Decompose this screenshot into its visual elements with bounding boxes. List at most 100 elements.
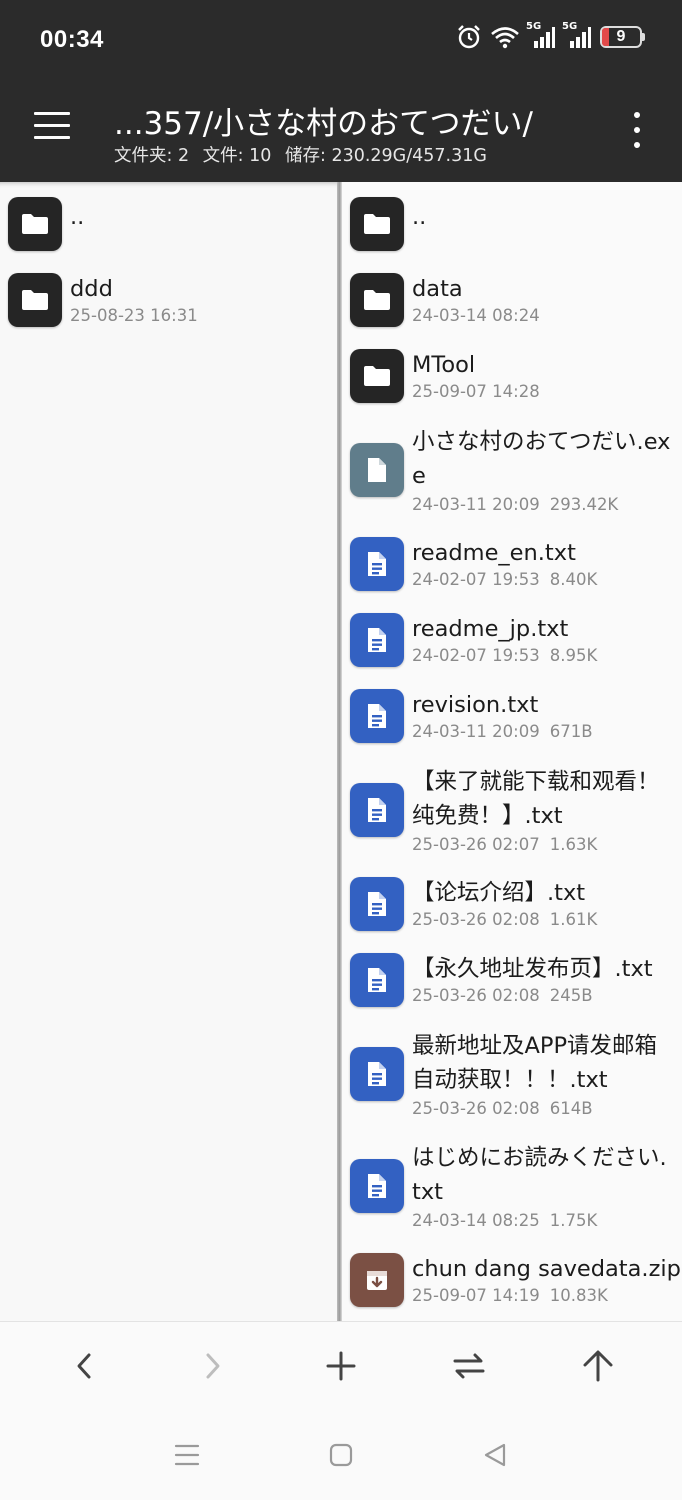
- network-type-label: 5G: [562, 21, 578, 32]
- item-date: 24-03-11 20:09: [412, 495, 540, 514]
- item-name: readme_jp.txt: [412, 616, 569, 642]
- item-meta: 25-03-26 02:08 1.61K: [412, 910, 597, 930]
- item-size: 671B: [549, 722, 593, 741]
- item-name: chun dang savedata.zip: [412, 1256, 681, 1282]
- item-date: 25-03-26 02:08: [412, 986, 540, 1005]
- list-item[interactable]: readme_en.txt 24-02-07 19:53 8.40K: [342, 526, 682, 602]
- folder-icon: [350, 197, 404, 251]
- archive-icon: [350, 1253, 404, 1307]
- status-icons: 5G 5G 9: [456, 21, 645, 50]
- alarm-icon: [456, 24, 482, 50]
- item-meta: 25-03-26 02:08 245B: [412, 986, 653, 1006]
- item-name: ..: [70, 204, 85, 230]
- item-size: 8.95K: [549, 646, 598, 665]
- item-size: 245B: [549, 986, 593, 1005]
- item-date: 25-03-26 02:08: [412, 910, 540, 929]
- item-date: 24-03-14 08:24: [412, 306, 540, 325]
- list-item[interactable]: 小さな村のおてつだい.exe 24-03-11 20:09 293.42K: [342, 414, 682, 526]
- text-file-icon: [350, 689, 404, 743]
- battery-icon: 9: [600, 26, 645, 48]
- status-bar: 00:34 5G 5G 9: [0, 0, 682, 82]
- item-meta: 24-02-07 19:53 8.40K: [412, 570, 597, 590]
- network-type-label: 5G: [526, 21, 542, 32]
- item-meta: 24-03-11 20:09 293.42K: [412, 495, 674, 515]
- current-path[interactable]: ...357/小さな村のおてつだい/: [114, 98, 533, 143]
- text-file-icon: [350, 953, 404, 1007]
- list-item[interactable]: ..: [342, 186, 682, 262]
- folder-icon: [8, 197, 62, 251]
- signal-5g-icon: 5G: [526, 21, 556, 49]
- status-time: 00:34: [40, 26, 104, 53]
- folder-icon: [350, 273, 404, 327]
- item-meta: 25-09-07 14:19 10.83K: [412, 1286, 681, 1306]
- path-summary: 文件夹: 2 文件: 10 储存: 230.29G/457.31G: [114, 142, 495, 167]
- back-triangle-icon[interactable]: [475, 1435, 515, 1475]
- item-date: 25-03-26 02:08: [412, 1099, 540, 1118]
- battery-level: 9: [616, 28, 626, 45]
- item-name: readme_en.txt: [412, 540, 576, 566]
- item-date: 24-03-11 20:09: [412, 722, 540, 741]
- up-arrow-icon[interactable]: [568, 1336, 628, 1396]
- item-name: revision.txt: [412, 692, 539, 718]
- item-date: 24-02-07 19:53: [412, 570, 540, 589]
- item-size: 1.63K: [549, 835, 598, 854]
- add-icon[interactable]: [311, 1336, 371, 1396]
- item-size: 614B: [549, 1099, 593, 1118]
- home-icon[interactable]: [321, 1435, 361, 1475]
- folder-count: 文件夹: 2: [114, 146, 190, 166]
- swap-panes-icon[interactable]: [439, 1336, 499, 1396]
- item-name: ..: [412, 204, 427, 230]
- list-item[interactable]: data 24-03-14 08:24: [342, 262, 682, 338]
- item-name: 【论坛介绍】.txt: [412, 880, 586, 906]
- item-name: MTool: [412, 352, 476, 378]
- list-item[interactable]: ddd 25-08-23 16:31: [0, 262, 337, 338]
- forward-arrow-icon[interactable]: [183, 1336, 243, 1396]
- item-name: data: [412, 276, 463, 302]
- folder-icon: [8, 273, 62, 327]
- wifi-icon: [490, 25, 520, 49]
- item-name: ddd: [70, 276, 113, 302]
- list-item[interactable]: はじめにお読みください.txt 24-03-14 08:25 1.75K: [342, 1130, 682, 1242]
- signal-5g-icon: 5G: [562, 21, 592, 49]
- list-item[interactable]: 【永久地址发布页】.txt 25-03-26 02:08 245B: [342, 942, 682, 1018]
- item-meta: 24-03-11 20:09 671B: [412, 722, 593, 742]
- item-date: 25-03-26 02:07: [412, 835, 540, 854]
- item-name: 【永久地址发布页】.txt: [412, 956, 653, 982]
- list-item[interactable]: ..: [0, 186, 337, 262]
- item-meta: 24-03-14 08:25 1.75K: [412, 1211, 674, 1231]
- item-meta: 25-09-07 14:28: [412, 382, 540, 402]
- item-size: 293.42K: [549, 495, 619, 514]
- item-date: 25-09-07 14:28: [412, 382, 540, 401]
- file-count: 文件: 10: [202, 146, 272, 166]
- menu-icon[interactable]: [30, 112, 74, 148]
- item-meta: 24-02-07 19:53 8.95K: [412, 646, 597, 666]
- item-size: 1.75K: [549, 1211, 598, 1230]
- list-item[interactable]: 最新地址及APP请发邮箱自动获取！！！.txt 25-03-26 02:08 614…: [342, 1018, 682, 1130]
- item-date: 25-08-23 16:31: [70, 306, 198, 325]
- item-date: 24-02-07 19:53: [412, 646, 540, 665]
- list-item[interactable]: readme_jp.txt 24-02-07 19:53 8.95K: [342, 602, 682, 678]
- file-icon: [350, 443, 404, 497]
- more-options-icon[interactable]: [630, 112, 644, 148]
- item-size: 8.40K: [549, 570, 598, 589]
- text-file-icon: [350, 1159, 404, 1213]
- item-meta: 24-03-14 08:24: [412, 306, 540, 326]
- text-file-icon: [350, 1047, 404, 1101]
- item-name: 小さな村のおてつだい.exe: [412, 429, 671, 489]
- list-item[interactable]: 【来了就能下载和观看！纯免费！】.txt 25-03-26 02:07 1.63K: [342, 754, 682, 866]
- text-file-icon: [350, 613, 404, 667]
- list-item[interactable]: chun dang savedata.zip 25-09-07 14:19 10.8…: [342, 1242, 682, 1318]
- system-nav-bar: [0, 1409, 682, 1500]
- right-pane: .. data 24-03-14 08:24 MTool 25-09-07 14:28 小…: [342, 182, 682, 1321]
- list-item[interactable]: MTool 25-09-07 14:28: [342, 338, 682, 414]
- text-file-icon: [350, 537, 404, 591]
- item-date: 24-03-14 08:25: [412, 1211, 540, 1230]
- list-item[interactable]: revision.txt 24-03-11 20:09 671B: [342, 678, 682, 754]
- item-name: 最新地址及APP请发邮箱自动获取！！！.txt: [412, 1033, 658, 1093]
- item-meta: 25-03-26 02:07 1.63K: [412, 835, 674, 855]
- list-item[interactable]: 【论坛介绍】.txt 25-03-26 02:08 1.61K: [342, 866, 682, 942]
- item-size: 10.83K: [549, 1286, 608, 1305]
- app-bar: ...357/小さな村のおてつだい/ 文件夹: 2 文件: 10 储存: 230…: [0, 82, 682, 182]
- recents-icon[interactable]: [167, 1435, 207, 1475]
- back-arrow-icon[interactable]: [54, 1336, 114, 1396]
